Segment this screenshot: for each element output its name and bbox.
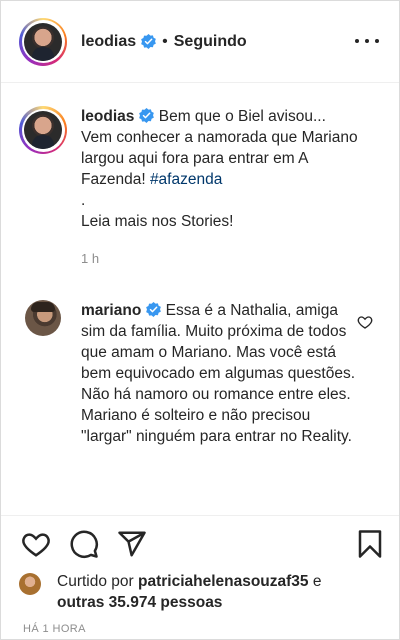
liker-username[interactable]: patriciahelenasouzaf35 [138, 573, 309, 590]
liker-avatar[interactable] [19, 573, 41, 595]
likes-prefix: Curtido por [57, 573, 138, 590]
following-button[interactable]: Seguindo [174, 33, 247, 51]
likes-text: Curtido por patriciahelenasouzaf35 e out… [57, 571, 322, 613]
caption-timestamp[interactable]: 1 h [81, 248, 361, 269]
avatar [24, 111, 62, 149]
bookmark-icon[interactable] [355, 529, 385, 559]
verified-badge-icon [141, 34, 156, 49]
heart-icon[interactable] [21, 529, 51, 559]
comments-section: leodias Bem que o Biel avisou... Vem con… [1, 84, 399, 516]
header-avatar[interactable] [19, 17, 67, 66]
comment-item: mariano Essa é a Nathalia, amiga sim da … [19, 300, 389, 447]
post-header: leodias • Seguindo [1, 1, 399, 83]
header-separator: • [162, 32, 168, 50]
post-timestamp[interactable]: HÁ 1 HORA [23, 623, 86, 635]
caption-footer-text: Leia mais nos Stories! [81, 213, 234, 230]
likes-middle: e [308, 573, 322, 590]
comment-body: Essa é a Nathalia, amiga sim da família.… [81, 302, 355, 445]
share-icon[interactable] [117, 529, 147, 559]
comment-avatar[interactable] [25, 300, 61, 336]
caption-dot: . [81, 192, 86, 209]
likes-summary: Curtido por patriciahelenasouzaf35 e out… [19, 571, 389, 613]
likes-count-link[interactable]: outras 35.974 pessoas [57, 594, 222, 611]
verified-badge-icon [146, 302, 162, 317]
header-username[interactable]: leodias [81, 33, 136, 51]
hashtag-link[interactable]: #afazenda [150, 171, 222, 188]
avatar [24, 22, 62, 61]
caption: leodias Bem que o Biel avisou... Vem con… [19, 106, 389, 269]
comment-username[interactable]: mariano [81, 302, 141, 319]
caption-username[interactable]: leodias [81, 108, 134, 125]
action-bar [1, 527, 399, 567]
verified-badge-icon [139, 108, 155, 123]
post-panel: leodias • Seguindo leodias Bem que o Bie… [0, 0, 400, 640]
comment-icon[interactable] [69, 529, 99, 559]
caption-avatar[interactable] [19, 106, 67, 154]
comment-text: mariano Essa é a Nathalia, amiga sim da … [81, 300, 361, 447]
caption-text: leodias Bem que o Biel avisou... Vem con… [81, 106, 361, 269]
comment-like-heart-icon[interactable] [357, 314, 373, 330]
more-options-icon[interactable] [355, 31, 379, 51]
